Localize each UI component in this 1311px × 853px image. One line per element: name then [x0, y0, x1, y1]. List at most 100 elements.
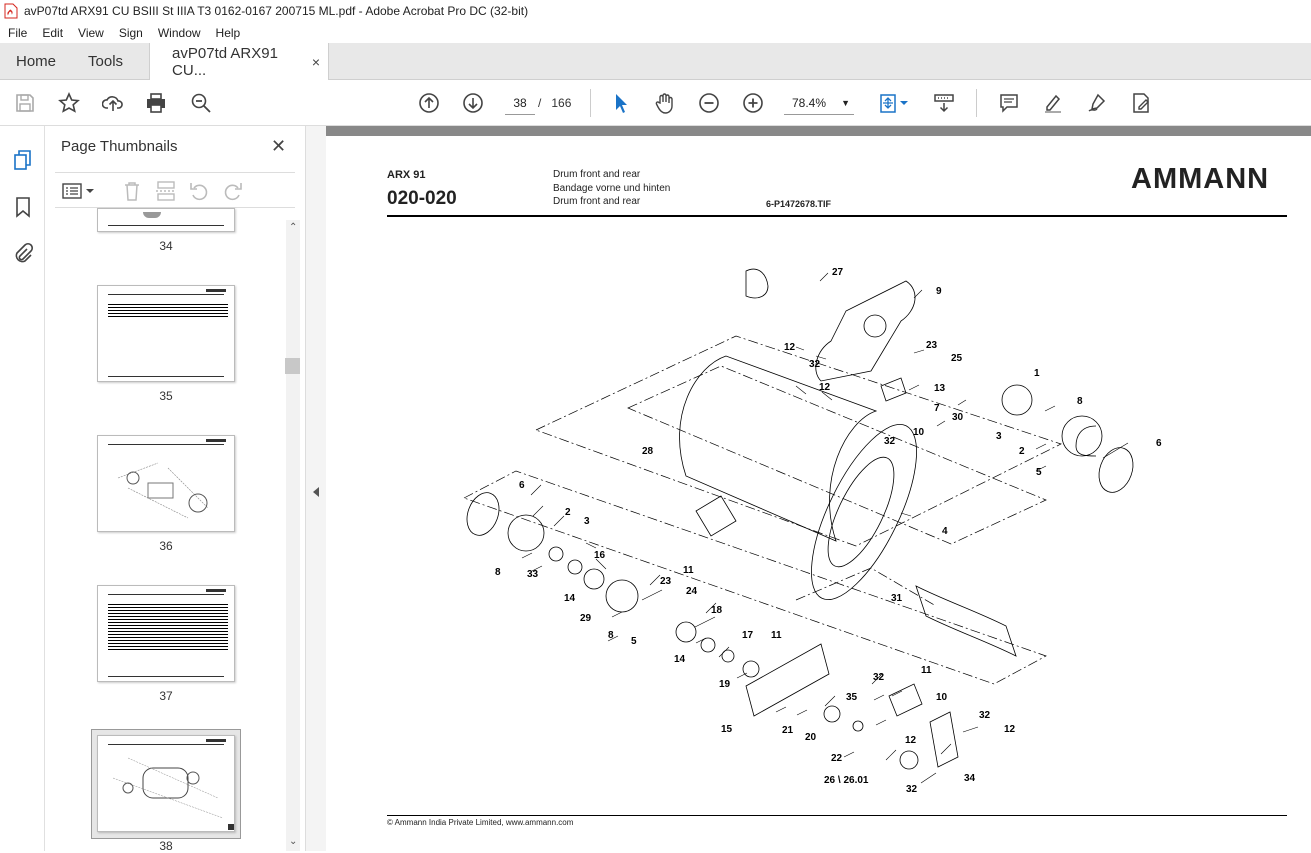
edit-pdf-icon[interactable]: [1129, 91, 1153, 115]
callout-label: 26 \ 26.01: [824, 775, 869, 786]
menu-bar: File Edit View Sign Window Help: [0, 22, 1311, 43]
callout-label: 4: [942, 526, 948, 537]
callout-label: 14: [564, 593, 576, 604]
attachments-icon[interactable]: [10, 240, 36, 266]
callout-label: 9: [936, 286, 942, 297]
menu-file[interactable]: File: [0, 26, 34, 40]
zoom-search-icon[interactable]: [189, 91, 213, 115]
tab-bar: Home Tools avP07td ARX91 CU... ×: [0, 43, 1311, 80]
thumbnail-page-35[interactable]: [97, 285, 235, 382]
prev-page-icon[interactable]: [417, 91, 441, 115]
page-count: / 166: [538, 91, 571, 115]
zoom-level-select[interactable]: 78.4% ▼: [784, 91, 854, 115]
callout-label: 18: [711, 605, 723, 616]
callout-label: 24: [686, 586, 698, 597]
zoom-out-icon[interactable]: [697, 91, 721, 115]
scroll-down-icon[interactable]: ⌄: [289, 836, 297, 847]
panel-collapse-divider[interactable]: [305, 126, 326, 851]
upload-icon[interactable]: [101, 91, 125, 115]
tab-home[interactable]: Home: [0, 43, 72, 80]
callout-label: 12: [1004, 724, 1016, 735]
callout-label: 11: [921, 665, 932, 676]
menu-help[interactable]: Help: [208, 26, 248, 40]
toolbar-separator: [976, 89, 977, 117]
page-separator: /: [538, 96, 542, 110]
pdf-page: ARX 91 020-020 Drum front and rear Banda…: [326, 136, 1311, 851]
callout-label: 8: [608, 630, 614, 641]
next-page-icon[interactable]: [461, 91, 485, 115]
copyright-footer: © Ammann India Private Limited, www.amma…: [387, 818, 574, 827]
thumbnail-label: 34: [159, 239, 173, 253]
page-number-input[interactable]: 38: [505, 91, 535, 115]
callout-label: 32: [884, 436, 896, 447]
callout-label: 8: [1077, 396, 1083, 407]
select-cursor-icon[interactable]: [609, 91, 633, 115]
callout-label: 15: [721, 724, 733, 735]
thumbnail-page-37[interactable]: [97, 585, 235, 682]
highlight-pen-icon[interactable]: [1041, 91, 1065, 115]
tab-document-label: avP07td ARX91 CU...: [172, 44, 278, 79]
title-bar: avP07td ARX91 CU BSIII St IIIA T3 0162-0…: [0, 0, 1311, 22]
rotate-right-icon[interactable]: [222, 180, 244, 202]
callout-label: 3: [996, 431, 1002, 442]
thumbnail-options-icon[interactable]: [61, 181, 97, 201]
callout-label: 28: [642, 446, 654, 457]
callout-label: 16: [594, 550, 606, 561]
callout-label: 30: [952, 412, 964, 423]
callout-label: 1: [1034, 368, 1040, 379]
acrobat-app-icon: [4, 3, 18, 19]
rotate-left-icon[interactable]: [188, 180, 210, 202]
thumbnail-label: 37: [159, 689, 173, 703]
close-tab-icon[interactable]: ×: [312, 54, 320, 70]
callout-label: 32: [873, 672, 885, 683]
callout-label: 2: [1019, 446, 1025, 457]
toolbar-separator: [590, 89, 591, 117]
fit-page-icon[interactable]: [876, 91, 900, 115]
save-icon[interactable]: [13, 91, 37, 115]
callout-label: 5: [1036, 467, 1042, 478]
sign-pen-icon[interactable]: [1085, 91, 1109, 115]
delete-page-icon[interactable]: [121, 180, 143, 202]
bookmarks-icon[interactable]: [10, 194, 36, 220]
bookmark-star-icon[interactable]: [57, 91, 81, 115]
collapse-left-icon[interactable]: [312, 486, 320, 498]
print-icon[interactable]: [144, 91, 168, 115]
fit-dropdown-icon[interactable]: [898, 91, 910, 115]
callout-label: 23: [926, 340, 938, 351]
callout-label: 33: [527, 569, 539, 580]
close-panel-icon[interactable]: ✕: [271, 136, 286, 157]
callout-label: 32: [979, 710, 991, 721]
extract-page-icon[interactable]: [155, 180, 177, 202]
page-thumbnails-icon[interactable]: [10, 147, 36, 173]
callout-label: 10: [936, 692, 948, 703]
menu-edit[interactable]: Edit: [34, 26, 70, 40]
menu-sign[interactable]: Sign: [111, 26, 150, 40]
scroll-up-icon[interactable]: ⌃: [289, 222, 297, 233]
menu-window[interactable]: Window: [150, 26, 208, 40]
callout-label: 11: [683, 565, 694, 576]
thumbnail-scrollbar[interactable]: ⌃ ⌄: [286, 220, 300, 851]
hand-tool-icon[interactable]: [653, 91, 677, 115]
callout-label: 25: [951, 353, 963, 364]
scrollbar-thumb[interactable]: [285, 358, 300, 374]
callout-label: 3: [584, 516, 590, 527]
callout-label: 34: [964, 773, 976, 784]
callout-labels: 27 9 12 32 23 25 12 13 7 30 1 8 3 2 5 6 …: [495, 267, 1162, 795]
thumbnail-page-36[interactable]: [97, 435, 235, 532]
thumbnail-page-34[interactable]: [97, 208, 235, 232]
callout-label: 6: [519, 480, 525, 491]
callout-label: 17: [742, 630, 754, 641]
tab-document[interactable]: avP07td ARX91 CU... ×: [149, 43, 330, 80]
menu-view[interactable]: View: [70, 26, 111, 40]
callout-label: 22: [831, 753, 843, 764]
thumbnail-page-38[interactable]: [97, 735, 235, 832]
thumbnail-label: 35: [159, 389, 173, 403]
callout-label: 11: [771, 630, 782, 641]
callout-label: 27: [832, 267, 844, 278]
tab-tools[interactable]: Tools: [72, 43, 139, 80]
zoom-in-icon[interactable]: [741, 91, 765, 115]
scroll-mode-icon[interactable]: [932, 91, 956, 115]
comment-icon[interactable]: [997, 91, 1021, 115]
callout-label: 19: [719, 679, 731, 690]
footer-rule: [387, 815, 1287, 816]
